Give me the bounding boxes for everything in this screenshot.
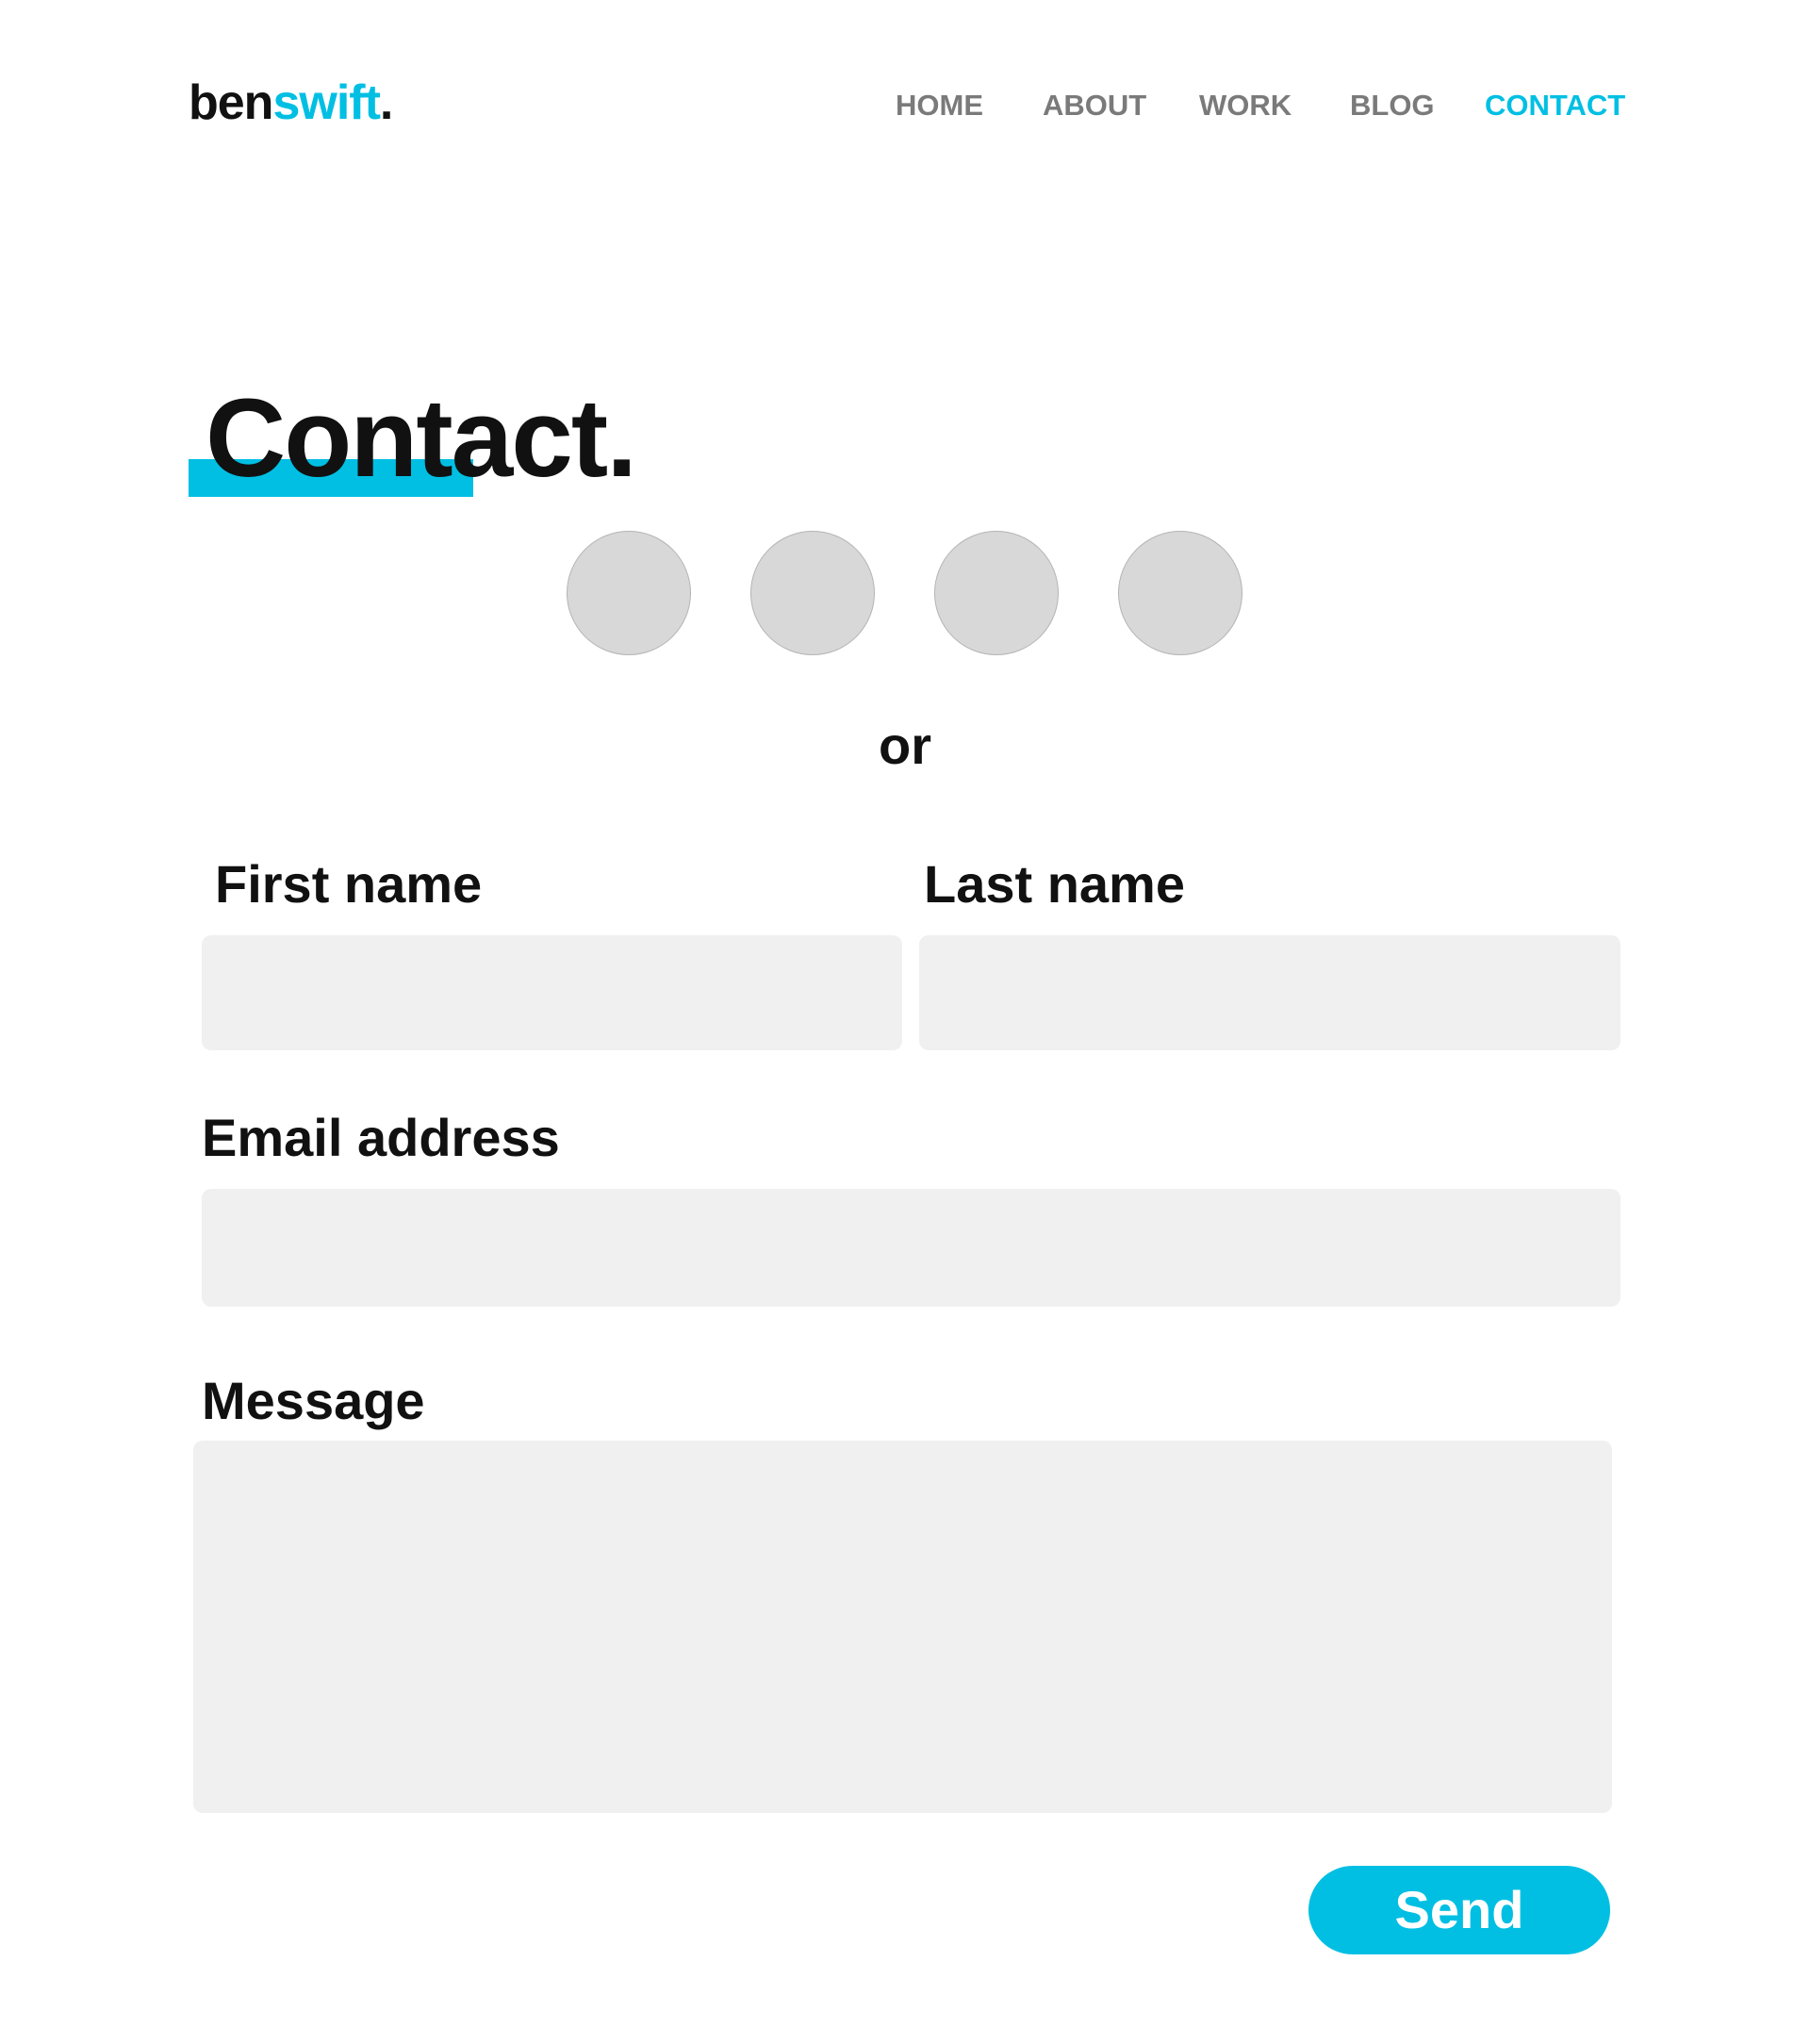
last-name-label: Last name [924,854,1185,914]
social-icon-1[interactable] [567,531,691,655]
or-divider-text: or [879,716,931,775]
site-logo[interactable]: benswift. [189,74,393,132]
social-icon-2[interactable] [750,531,875,655]
email-field[interactable] [202,1189,1621,1307]
first-name-field[interactable] [202,935,902,1050]
page-title: Contact. [206,376,637,501]
social-icon-3[interactable] [934,531,1059,655]
send-button[interactable]: Send [1308,1866,1610,1954]
nav-home[interactable]: HOME [896,87,983,124]
nav-about[interactable]: ABOUT [1043,87,1146,124]
message-label: Message [202,1371,425,1430]
logo-dot: . [379,75,393,130]
message-field[interactable] [193,1441,1612,1813]
nav-contact[interactable]: CONTACT [1485,87,1625,124]
logo-text-ben: ben [189,75,273,130]
nav-blog[interactable]: BLOG [1350,87,1435,124]
last-name-field[interactable] [919,935,1621,1050]
social-icon-4[interactable] [1118,531,1242,655]
logo-text-swift: swift [272,75,380,130]
nav-work[interactable]: WORK [1199,87,1292,124]
first-name-label: First name [215,854,483,914]
email-label: Email address [202,1108,560,1167]
